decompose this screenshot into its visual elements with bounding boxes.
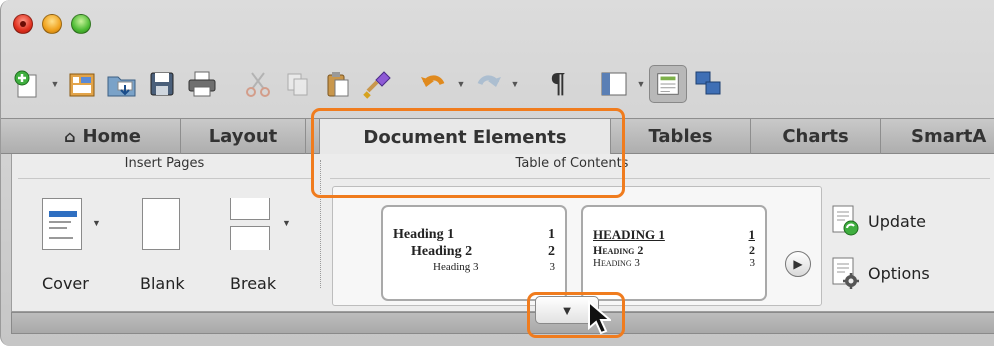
- pilcrow-icon: ¶: [550, 68, 566, 99]
- minimize-button[interactable]: [42, 14, 62, 34]
- save-icon: [150, 72, 174, 96]
- cut-button[interactable]: [239, 65, 277, 103]
- redo-dropdown[interactable]: ▼: [509, 65, 521, 103]
- toc-b-h1-page: 1: [748, 227, 756, 242]
- cover-label: Cover: [42, 274, 89, 293]
- media-browser-icon: [695, 71, 721, 95]
- tab-smartart-label: SmartA: [911, 126, 987, 147]
- tab-tables[interactable]: Tables: [611, 119, 751, 154]
- close-button[interactable]: [13, 14, 33, 34]
- toc-b-h3-page: 3: [749, 256, 756, 269]
- format-painter-button[interactable]: [359, 65, 397, 103]
- open-icon: [107, 76, 136, 97]
- tab-home[interactable]: ⌂ Home: [1, 119, 181, 154]
- options-label: Options: [868, 263, 930, 283]
- paste-button[interactable]: [319, 65, 357, 103]
- toc-b-h3: Heading 3: [593, 256, 640, 269]
- break-label: Break: [230, 274, 277, 293]
- toc-a-h2-page: 2: [548, 243, 555, 259]
- mouse-pointer-icon: [588, 300, 611, 335]
- tab-tables-label: Tables: [648, 126, 713, 147]
- print-button[interactable]: [183, 65, 221, 103]
- toc-a-h1-page: 1: [548, 227, 555, 242]
- update-icon: [832, 205, 859, 236]
- sidebar-dropdown[interactable]: ▼: [635, 65, 647, 103]
- standard-toolbar: ▼ ▼ ▼ ¶ ▼: [9, 62, 727, 106]
- new-document-dropdown[interactable]: ▼: [49, 65, 61, 103]
- cut-icon: [246, 72, 270, 97]
- undo-icon: [421, 75, 445, 87]
- update-label: Update: [868, 211, 926, 231]
- blank-button[interactable]: Blank: [130, 192, 200, 304]
- tab-charts[interactable]: Charts: [751, 119, 881, 154]
- view-icon: [657, 73, 679, 95]
- update-toc-button[interactable]: Update: [830, 204, 926, 238]
- templates-gallery-button[interactable]: [63, 65, 101, 103]
- toc-style-formal[interactable]: HEADING 1 1 Heading 2 2 Heading 3 3: [581, 205, 767, 301]
- templates-gallery-icon: [69, 73, 95, 97]
- play-icon: ▶: [793, 257, 803, 271]
- save-button[interactable]: [143, 65, 181, 103]
- toc-a-h1: Heading 1: [393, 227, 455, 242]
- ribbon-bottom-strip: [11, 312, 994, 334]
- break-button[interactable]: ▼ Break: [220, 192, 310, 304]
- tab-charts-label: Charts: [782, 126, 849, 147]
- copy-button[interactable]: [279, 65, 317, 103]
- copy-icon: [287, 73, 308, 96]
- cover-button[interactable]: ▼ Cover: [38, 192, 118, 304]
- tab-smartart[interactable]: SmartA: [881, 119, 994, 154]
- paste-icon: [327, 72, 349, 97]
- word-window: ▼ ▼ ▼ ¶ ▼ ⌂ Home Layout Document Element…: [0, 0, 994, 346]
- media-browser-button[interactable]: [689, 65, 727, 103]
- toc-a-h3: Heading 3: [433, 260, 479, 273]
- undo-dropdown[interactable]: ▼: [455, 65, 467, 103]
- print-icon: [188, 71, 216, 97]
- home-icon: ⌂: [64, 127, 76, 146]
- toc-b-h1: HEADING 1: [593, 227, 665, 242]
- highlight-document-elements-tab: [311, 108, 625, 198]
- zoom-button[interactable]: [71, 14, 91, 34]
- undo-button[interactable]: [415, 65, 453, 103]
- new-document-icon: [14, 70, 37, 98]
- sidebar-icon: [601, 72, 627, 96]
- break-dropdown-icon[interactable]: ▼: [282, 218, 291, 228]
- cover-page-icon: [42, 198, 82, 250]
- tab-layout[interactable]: Layout: [181, 119, 306, 154]
- toc-gallery: Heading 1 1 Heading 2 2 Heading 3 3 HEADING…: [332, 186, 822, 306]
- sidebar-button[interactable]: [595, 65, 633, 103]
- new-document-button[interactable]: [9, 65, 47, 103]
- toc-b-h2: Heading 2: [593, 242, 644, 257]
- options-gear-icon: [832, 257, 859, 289]
- page-break-icon: [230, 198, 274, 250]
- cover-dropdown-icon[interactable]: ▼: [92, 218, 101, 228]
- open-button[interactable]: [103, 65, 141, 103]
- insert-pages-title: Insert Pages: [124, 156, 205, 171]
- show-formatting-button[interactable]: ¶: [539, 65, 577, 103]
- toc-b-h2-page: 2: [749, 242, 755, 257]
- window-controls: [13, 14, 91, 34]
- toc-a-h3-page: 3: [549, 260, 556, 273]
- blank-label: Blank: [140, 274, 185, 293]
- tab-layout-label: Layout: [208, 126, 278, 147]
- tab-home-label: Home: [82, 126, 141, 147]
- format-painter-icon: [363, 71, 391, 99]
- toc-style-classic[interactable]: Heading 1 1 Heading 2 2 Heading 3 3: [381, 205, 567, 301]
- blank-page-icon: [142, 198, 180, 250]
- redo-icon: [477, 75, 501, 87]
- redo-button[interactable]: [469, 65, 507, 103]
- gallery-next-button[interactable]: ▶: [785, 251, 811, 277]
- toc-a-h2: Heading 2: [411, 243, 473, 259]
- toc-options-button[interactable]: Options: [830, 256, 930, 290]
- view-button[interactable]: [649, 65, 687, 103]
